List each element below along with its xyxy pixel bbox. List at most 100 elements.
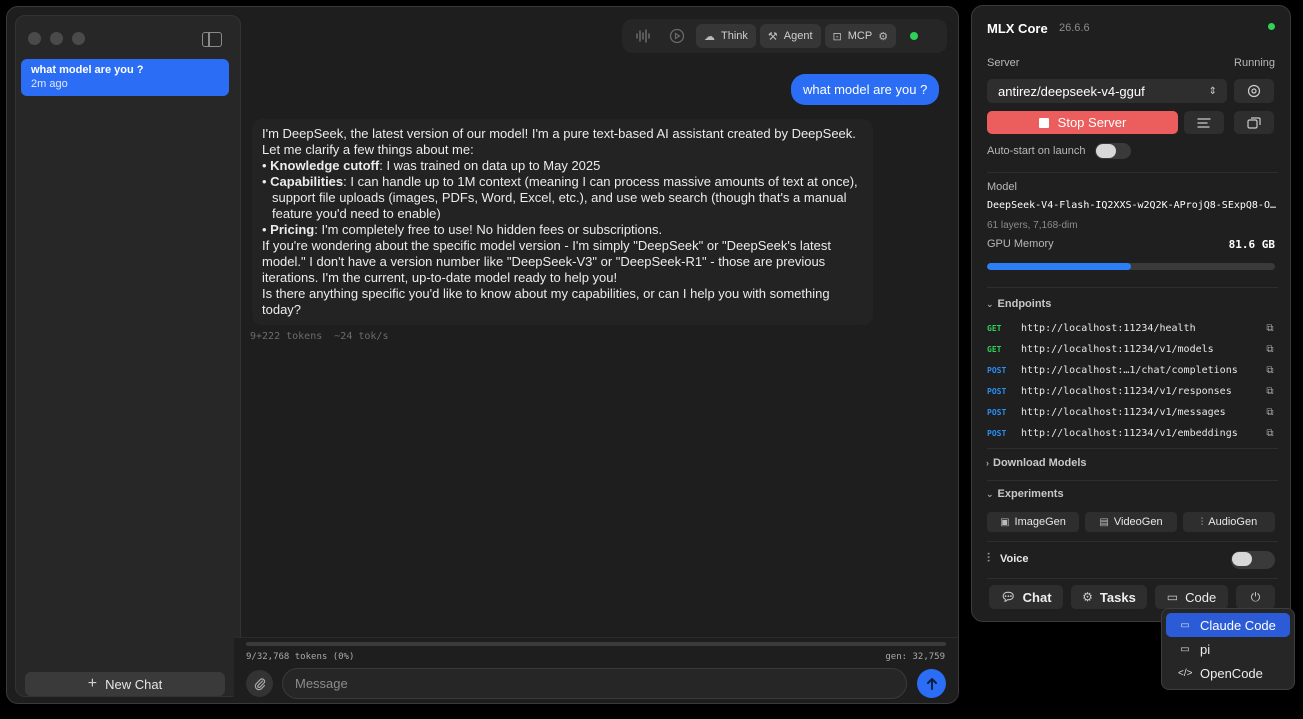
sidebar: what model are you ? 2m ago + New Chat xyxy=(15,15,241,697)
tab-tasks[interactable]: ⚙ Tasks xyxy=(1071,585,1147,609)
terminal-icon: ▭ xyxy=(1166,590,1179,604)
voice-toggle[interactable] xyxy=(1231,551,1275,569)
divider xyxy=(987,287,1278,288)
bullet-knowledge: • Knowledge cutoff: I was trained on dat… xyxy=(262,158,601,173)
waveform-icon: ⫶ xyxy=(1200,516,1204,528)
experiments-header[interactable]: ⌄ Experiments xyxy=(986,488,1064,500)
connection-status-dot xyxy=(910,32,919,40)
new-chat-button[interactable]: + New Chat xyxy=(25,672,225,696)
terminal-icon: ▭ xyxy=(1180,643,1190,655)
menu-item-label: Claude Code xyxy=(1200,617,1276,633)
code-menu: ▭ Claude Code ▭ pi </> OpenCode xyxy=(1161,608,1295,690)
assistant-intro: I'm DeepSeek, the latest version of our … xyxy=(262,126,856,157)
imagegen-button[interactable]: ▣ ImageGen xyxy=(987,512,1079,532)
copy-icon[interactable]: ⧉ xyxy=(1263,407,1277,418)
endpoints-header[interactable]: ⌄ Endpoints xyxy=(986,298,1051,310)
window-controls xyxy=(28,32,85,45)
copy-icon[interactable]: ⧉ xyxy=(1263,344,1277,355)
agent-toggle[interactable]: ⚒ Agent xyxy=(759,24,821,48)
conversation-item[interactable]: what model are you ? 2m ago xyxy=(21,59,229,96)
status-dot xyxy=(1268,23,1275,30)
model-name: DeepSeek-V4-Flash-IQ2XXS-w2Q2K-AProjQ8-S… xyxy=(987,200,1277,211)
endpoint-url: http://localhost:…1/chat/completions xyxy=(1021,364,1238,376)
new-chat-label: New Chat xyxy=(105,676,163,692)
user-message: what model are you ? xyxy=(791,74,940,105)
copy-icon[interactable]: ⧉ xyxy=(1263,428,1277,439)
gear-icon[interactable]: ⚙ xyxy=(878,30,888,43)
chevron-down-icon: ⌄ xyxy=(986,488,994,499)
assistant-paragraph: Is there anything specific you'd like to… xyxy=(262,286,830,317)
think-label: Think xyxy=(721,30,748,42)
copy-icon[interactable]: ⧉ xyxy=(1263,386,1277,397)
menu-item-pi[interactable]: ▭ pi xyxy=(1166,637,1290,661)
panel-version: 26.6.6 xyxy=(1059,22,1090,34)
menu-item-claude-code[interactable]: ▭ Claude Code xyxy=(1166,613,1290,637)
gpu-memory-label: GPU Memory xyxy=(987,238,1054,250)
videogen-button[interactable]: ▤ VideoGen xyxy=(1085,512,1177,532)
endpoint-method: POST xyxy=(987,407,1007,417)
context-tokens: 9/32,768 tokens (0%) xyxy=(246,652,355,662)
autostart-label: Auto-start on launch xyxy=(987,145,1086,157)
power-button[interactable]: ⏻ xyxy=(1236,585,1275,609)
endpoint-method: GET xyxy=(987,323,1002,333)
sidebar-toggle-icon[interactable] xyxy=(202,32,222,47)
voice-label: Voice xyxy=(1000,552,1029,565)
chevron-updown-icon: ⇕ xyxy=(1208,85,1217,97)
tab-chat[interactable]: 💬︎ Chat xyxy=(989,585,1063,609)
server-status: Running xyxy=(1234,57,1275,69)
copy-icon[interactable]: ⧉ xyxy=(1263,365,1277,376)
server-settings-button[interactable] xyxy=(1234,79,1274,103)
divider xyxy=(987,578,1278,579)
send-button[interactable] xyxy=(917,669,946,698)
model-meta: 61 layers, 7,168-dim xyxy=(987,220,1078,231)
code-brackets-icon: </> xyxy=(1178,667,1193,679)
stop-server-button[interactable]: Stop Server xyxy=(987,111,1178,134)
endpoint-url: http://localhost:11234/health xyxy=(1021,322,1196,334)
minimize-window-button[interactable] xyxy=(50,32,63,45)
scrollbar[interactable] xyxy=(958,67,959,642)
assistant-message: I'm DeepSeek, the latest version of our … xyxy=(252,119,873,325)
waveform-icon[interactable] xyxy=(628,23,658,49)
divider xyxy=(987,541,1278,542)
menu-item-opencode[interactable]: </> OpenCode xyxy=(1166,661,1290,685)
endpoint-method: POST xyxy=(987,365,1007,375)
image-icon: ▣ xyxy=(1000,516,1010,528)
close-window-button[interactable] xyxy=(28,32,41,45)
endpoint-row: POST http://localhost:11234/v1/responses ⧉ xyxy=(987,382,1277,400)
copy-icon[interactable]: ⧉ xyxy=(1263,323,1277,334)
tab-code[interactable]: ▭ Code xyxy=(1155,585,1228,609)
mcp-label: MCP xyxy=(847,30,873,42)
hammer-icon: ⚒ xyxy=(767,30,778,43)
message-input[interactable] xyxy=(282,668,907,699)
divider xyxy=(987,172,1278,173)
voice-row: ⫶ Voice xyxy=(987,551,1029,566)
mcp-toggle[interactable]: ⊡ MCP ⚙ xyxy=(824,24,897,48)
mlx-core-panel: MLX Core 26.6.6 Server Running antirez/d… xyxy=(971,5,1291,622)
gen-info: gen: 32,759 xyxy=(885,652,945,662)
play-circle-icon[interactable] xyxy=(662,23,692,49)
download-models-header[interactable]: › Download Models xyxy=(986,457,1087,469)
logs-button[interactable] xyxy=(1184,111,1224,134)
paperclip-icon[interactable] xyxy=(246,670,273,697)
experiments-label: Experiments xyxy=(997,488,1064,500)
server-label: Server xyxy=(987,57,1020,69)
bullet-pricing: • Pricing: I'm completely free to use! N… xyxy=(262,222,663,237)
endpoint-url: http://localhost:11234/v1/embeddings xyxy=(1021,427,1238,439)
gpu-memory-bar xyxy=(987,263,1275,270)
model-select[interactable]: antirez/deepseek-v4-gguf ⇕ xyxy=(987,79,1227,103)
imagegen-label: ImageGen xyxy=(1014,516,1066,528)
chat-window: what model are you ? 2m ago + New Chat ☁… xyxy=(6,6,959,704)
endpoint-method: POST xyxy=(987,428,1007,438)
chat-bubbles-icon: 💬︎ xyxy=(1000,590,1016,604)
think-toggle[interactable]: ☁ Think xyxy=(696,24,756,48)
chevron-down-icon: ⌄ xyxy=(986,298,994,309)
endpoint-row: GET http://localhost:11234/health ⧉ xyxy=(987,319,1277,337)
gpu-memory-value: 81.6 GB xyxy=(1228,238,1275,251)
model-label: Model xyxy=(987,181,1017,193)
audiogen-button[interactable]: ⫶ AudioGen xyxy=(1183,512,1275,532)
autostart-toggle[interactable] xyxy=(1095,143,1131,159)
copy-windows-button[interactable] xyxy=(1234,111,1274,134)
tab-chat-label: Chat xyxy=(1022,589,1052,605)
zoom-window-button[interactable] xyxy=(72,32,85,45)
agent-label: Agent xyxy=(783,30,813,42)
